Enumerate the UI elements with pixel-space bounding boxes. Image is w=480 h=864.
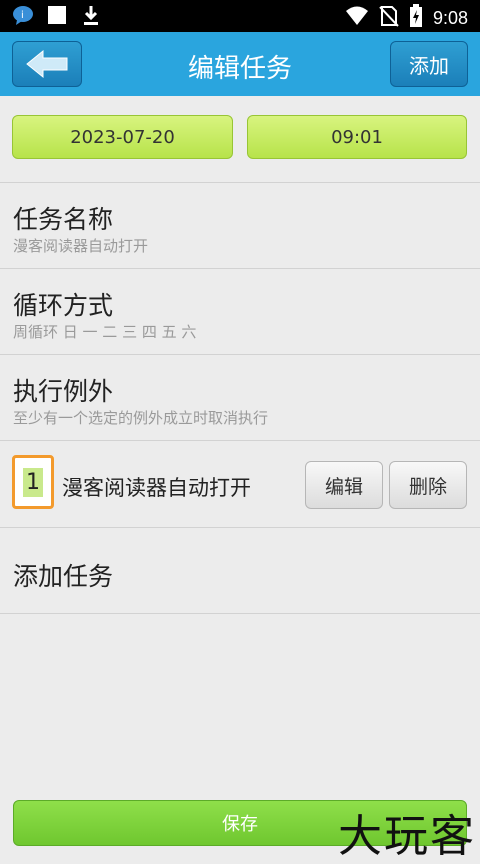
task-name-title: 任务名称 [13, 205, 114, 234]
divider [0, 527, 480, 528]
add-button[interactable]: 添加 [390, 41, 468, 87]
delete-task-button[interactable]: 删除 [389, 461, 467, 509]
app-header: 编辑任务 添加 [0, 32, 480, 96]
exception-title: 执行例外 [13, 377, 114, 406]
task-index-box[interactable]: 1 [12, 455, 54, 509]
add-task-button[interactable]: 添加任务 [13, 557, 113, 593]
notification-square-icon [46, 4, 68, 30]
task-name-value: 漫客阅读器自动打开 [13, 237, 149, 255]
divider [0, 440, 480, 441]
divider [0, 268, 480, 269]
no-sim-icon [379, 5, 399, 31]
task-item-name: 漫客阅读器自动打开 [62, 476, 251, 500]
exception-description: 至少有一个选定的例外成立时取消执行 [13, 409, 269, 427]
wifi-icon [345, 5, 369, 31]
svg-text:i: i [21, 10, 24, 21]
status-bar: i 9:08 [0, 0, 480, 32]
edit-task-button[interactable]: 编辑 [305, 461, 383, 509]
status-time: 9:08 [432, 7, 468, 28]
time-picker-button[interactable]: 09:01 [247, 115, 467, 159]
repeat-mode-title: 循环方式 [13, 291, 114, 320]
repeat-mode-value: 周循环 日 一 二 三 四 五 六 [13, 323, 197, 341]
battery-charging-icon [409, 4, 423, 32]
date-picker-button[interactable]: 2023-07-20 [12, 115, 233, 159]
download-icon [80, 4, 102, 30]
divider [0, 354, 480, 355]
task-index: 1 [23, 467, 43, 497]
divider [0, 613, 480, 614]
watermark: 大玩客 [338, 811, 476, 862]
divider [0, 182, 480, 183]
message-icon: i [12, 4, 34, 30]
